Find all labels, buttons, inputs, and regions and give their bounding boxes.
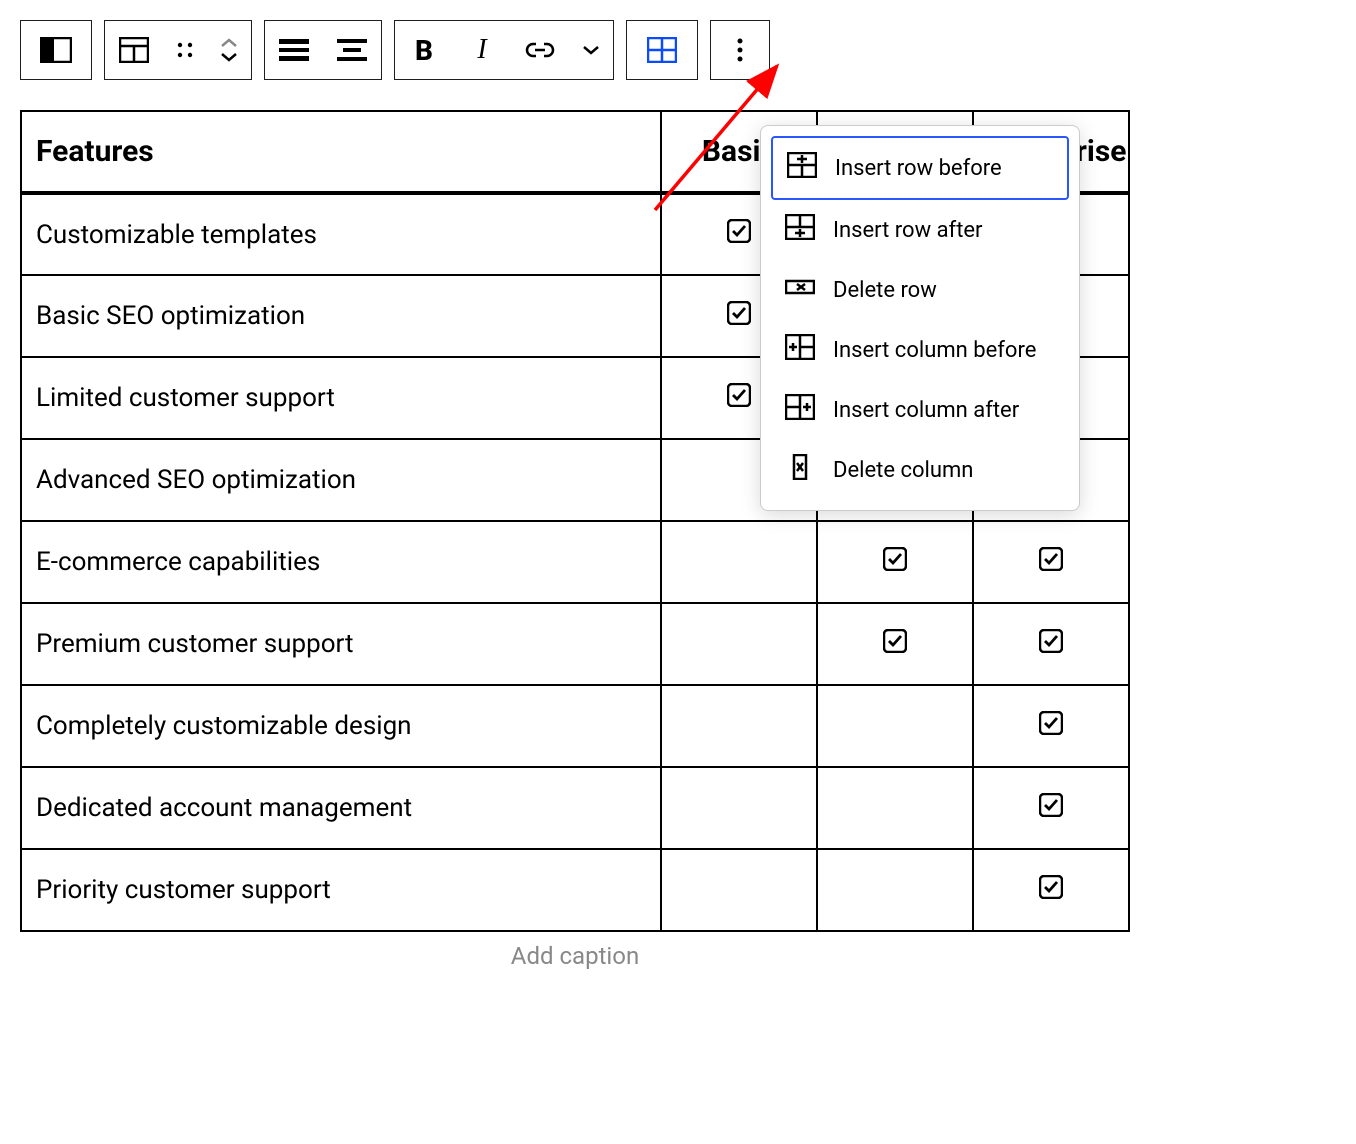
columns-icon xyxy=(40,37,72,63)
delete-row-icon xyxy=(785,274,815,306)
dropdown-item-label: Insert row after xyxy=(833,218,983,243)
enterprise-cell[interactable] xyxy=(973,521,1129,603)
pro-cell[interactable] xyxy=(817,767,973,849)
block-toolbar: B I xyxy=(20,20,1336,80)
checked-icon xyxy=(1039,875,1063,899)
basic-cell[interactable] xyxy=(661,603,817,685)
insert-column-before-icon xyxy=(785,334,815,366)
feature-cell[interactable]: Limited customer support xyxy=(21,357,661,439)
drag-handle-icon xyxy=(176,41,194,59)
chevron-down-icon xyxy=(582,45,600,55)
checked-icon xyxy=(883,629,907,653)
insert-row-after-icon xyxy=(785,214,815,246)
more-vertical-icon xyxy=(736,37,744,63)
dropdown-item-label: Delete row xyxy=(833,278,937,303)
checked-icon xyxy=(1039,629,1063,653)
align-center-icon xyxy=(337,39,367,61)
italic-label: I xyxy=(477,34,486,66)
justify-button[interactable] xyxy=(323,21,381,79)
table-row[interactable]: Completely customizable design xyxy=(21,685,1129,767)
feature-cell[interactable]: Customizable templates xyxy=(21,193,661,275)
table-row[interactable]: Premium customer support xyxy=(21,603,1129,685)
checked-icon xyxy=(1039,793,1063,817)
feature-cell[interactable]: Dedicated account management xyxy=(21,767,661,849)
block-type-button[interactable] xyxy=(21,21,91,79)
dropdown-item-insert-column-after[interactable]: Insert column after xyxy=(771,380,1069,440)
bold-label: B xyxy=(415,34,433,67)
table-caption-placeholder[interactable]: Add caption xyxy=(20,942,1130,970)
pro-cell[interactable] xyxy=(817,685,973,767)
align-button[interactable] xyxy=(265,21,323,79)
checked-icon xyxy=(727,219,751,243)
select-table-button[interactable] xyxy=(105,21,163,79)
checked-icon xyxy=(727,383,751,407)
checked-icon xyxy=(1039,711,1063,735)
feature-cell[interactable]: Priority customer support xyxy=(21,849,661,931)
dropdown-item-label: Insert column before xyxy=(833,338,1036,363)
insert-column-after-icon xyxy=(785,394,815,426)
enterprise-cell[interactable] xyxy=(973,767,1129,849)
basic-cell[interactable] xyxy=(661,849,817,931)
enterprise-cell[interactable] xyxy=(973,603,1129,685)
dropdown-item-insert-column-before[interactable]: Insert column before xyxy=(771,320,1069,380)
table-row[interactable]: Dedicated account management xyxy=(21,767,1129,849)
link-icon xyxy=(525,40,555,60)
delete-column-icon xyxy=(785,454,815,486)
dropdown-item-label: Delete column xyxy=(833,458,973,483)
checked-icon xyxy=(1039,547,1063,571)
bold-button[interactable]: B xyxy=(395,21,453,79)
table-icon xyxy=(119,37,149,63)
more-rich-text-button[interactable] xyxy=(569,21,613,79)
feature-cell[interactable]: E-commerce capabilities xyxy=(21,521,661,603)
drag-handle-button[interactable] xyxy=(163,21,207,79)
dropdown-item-delete-row[interactable]: Delete row xyxy=(771,260,1069,320)
italic-button[interactable]: I xyxy=(453,21,511,79)
chevron-up-icon xyxy=(220,38,238,48)
move-block-button[interactable] xyxy=(207,21,251,79)
header-features[interactable]: Features xyxy=(21,111,661,193)
dropdown-item-label: Insert column after xyxy=(833,398,1019,423)
chevron-down-icon xyxy=(220,52,238,62)
feature-cell[interactable]: Advanced SEO optimization xyxy=(21,439,661,521)
link-button[interactable] xyxy=(511,21,569,79)
feature-cell[interactable]: Completely customizable design xyxy=(21,685,661,767)
feature-cell[interactable]: Basic SEO optimization xyxy=(21,275,661,357)
pro-cell[interactable] xyxy=(817,849,973,931)
dropdown-item-delete-column[interactable]: Delete column xyxy=(771,440,1069,500)
dropdown-item-label: Insert row before xyxy=(835,156,1002,181)
options-button[interactable] xyxy=(711,21,769,79)
table-edit-icon xyxy=(647,37,677,63)
basic-cell[interactable] xyxy=(661,685,817,767)
table-row[interactable]: E-commerce capabilities xyxy=(21,521,1129,603)
insert-row-before-icon xyxy=(787,152,817,184)
pro-cell[interactable] xyxy=(817,521,973,603)
dropdown-item-insert-row-after[interactable]: Insert row after xyxy=(771,200,1069,260)
feature-cell[interactable]: Premium customer support xyxy=(21,603,661,685)
table-row[interactable]: Priority customer support xyxy=(21,849,1129,931)
table-edit-dropdown: Insert row before Insert row after Delete … xyxy=(760,125,1080,511)
align-full-icon xyxy=(279,39,309,61)
edit-table-button[interactable] xyxy=(627,21,697,79)
pro-cell[interactable] xyxy=(817,603,973,685)
enterprise-cell[interactable] xyxy=(973,849,1129,931)
basic-cell[interactable] xyxy=(661,767,817,849)
dropdown-item-insert-row-before[interactable]: Insert row before xyxy=(771,136,1069,200)
checked-icon xyxy=(883,547,907,571)
basic-cell[interactable] xyxy=(661,521,817,603)
enterprise-cell[interactable] xyxy=(973,685,1129,767)
checked-icon xyxy=(727,301,751,325)
